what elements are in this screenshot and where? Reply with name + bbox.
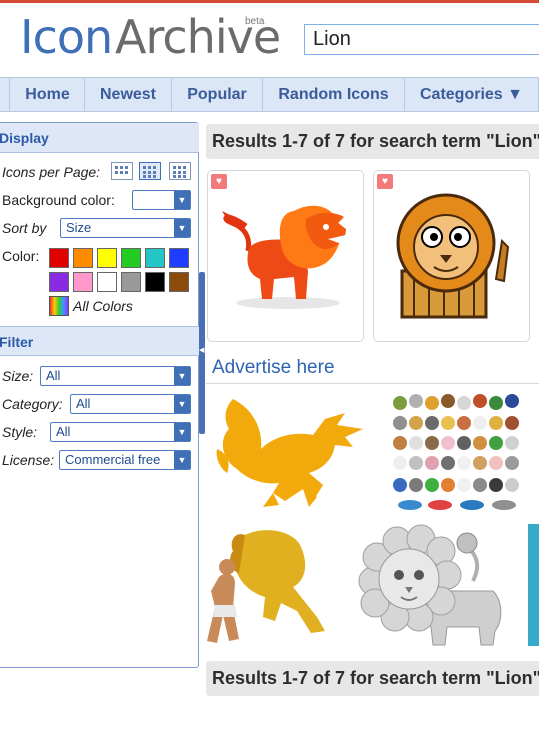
- icon-card-cartoon-lion[interactable]: ♥: [373, 170, 530, 342]
- chevron-down-icon: ▼: [174, 367, 190, 385]
- icons-per-page-label: Icons per Page:: [2, 164, 101, 180]
- sort-by-label: Sort by: [2, 220, 47, 236]
- all-colors-link[interactable]: All Colors: [73, 298, 133, 314]
- heart-icon[interactable]: ♥: [211, 174, 227, 189]
- sort-by-select[interactable]: Size ▼: [60, 218, 191, 238]
- color-swatch-red[interactable]: [49, 248, 69, 268]
- heart-icon[interactable]: ♥: [377, 174, 393, 189]
- chevron-down-icon: ▼: [174, 219, 190, 237]
- main-navbar: Home Newest Popular Random Icons Categor…: [0, 77, 539, 112]
- nav-newest[interactable]: Newest: [84, 78, 171, 111]
- collapse-arrow-icon: ◀: [199, 347, 205, 354]
- color-swatch-white[interactable]: [97, 272, 117, 292]
- license-filter-value: Commercial free: [65, 452, 161, 467]
- style-filter-label: Style:: [2, 424, 38, 440]
- display-panel-title: Display: [0, 123, 199, 153]
- color-swatch-cyan[interactable]: [145, 248, 165, 268]
- style-filter-value: All: [56, 424, 71, 439]
- category-filter-value: All: [76, 396, 91, 411]
- icon-card-red-lion[interactable]: ♥: [207, 170, 364, 342]
- grid-large-icon[interactable]: [169, 162, 191, 180]
- ad-image-gray-lion[interactable]: [353, 521, 519, 651]
- ad-divider: [206, 383, 539, 384]
- color-swatch-purple[interactable]: [49, 272, 69, 292]
- chevron-down-icon: ▼: [174, 191, 190, 209]
- size-filter-label: Size:: [2, 368, 34, 384]
- logo-text-icon: Icon: [20, 10, 113, 64]
- color-label: Color:: [2, 248, 40, 264]
- license-filter-select[interactable]: Commercial free ▼: [59, 450, 191, 470]
- nav-home[interactable]: Home: [9, 78, 85, 111]
- background-color-select[interactable]: ▼: [132, 190, 191, 210]
- ad-image-animal-icons[interactable]: [390, 389, 524, 513]
- color-swatch-pink[interactable]: [73, 272, 93, 292]
- all-colors-icon[interactable]: [49, 296, 69, 316]
- ad-image-dragon[interactable]: [213, 389, 377, 513]
- license-filter-label: License:: [2, 452, 55, 468]
- color-swatch-green[interactable]: [121, 248, 141, 268]
- sidebar: Display Icons per Page: Background color…: [0, 122, 199, 668]
- cartoon-lion-icon: [396, 193, 510, 319]
- color-swatch-yellow[interactable]: [97, 248, 117, 268]
- color-swatch-orange[interactable]: [73, 248, 93, 268]
- chevron-down-icon: ▼: [174, 423, 190, 441]
- category-filter-label: Category:: [2, 396, 63, 412]
- chevron-down-icon: ▼: [174, 395, 190, 413]
- category-filter-select[interactable]: All ▼: [70, 394, 191, 414]
- color-swatch-blue[interactable]: [169, 248, 189, 268]
- grid-small-icon[interactable]: [111, 162, 133, 180]
- ad-image-partial[interactable]: [528, 524, 539, 646]
- red-lion-icon: [222, 205, 346, 309]
- background-color-label: Background color:: [2, 192, 115, 208]
- search-input[interactable]: Lion: [304, 24, 539, 55]
- nav-popular[interactable]: Popular: [171, 78, 262, 111]
- chevron-down-icon: ▼: [174, 451, 190, 469]
- sort-by-value: Size: [66, 220, 92, 235]
- top-accent-bar: [0, 0, 539, 3]
- style-filter-select[interactable]: All ▼: [50, 422, 191, 442]
- results-header: Results 1-7 of 7 for search term "Lion": [206, 124, 539, 159]
- grid-medium-icon[interactable]: [139, 162, 161, 180]
- color-swatch-black[interactable]: [145, 272, 165, 292]
- size-filter-value: All: [46, 368, 61, 383]
- nav-categories[interactable]: Categories ▼: [404, 78, 539, 111]
- beta-label: beta: [245, 16, 265, 27]
- color-swatch-gray[interactable]: [121, 272, 141, 292]
- ad-image-hercules-lion[interactable]: [205, 521, 335, 651]
- filter-panel-title: Filter: [0, 326, 199, 356]
- advertise-link[interactable]: Advertise here: [212, 357, 335, 379]
- results-footer: Results 1-7 of 7 for search term "Lion": [206, 661, 539, 696]
- page: { "logo": { "icon": "Icon", "archive": "…: [0, 0, 539, 745]
- size-filter-select[interactable]: All ▼: [40, 366, 191, 386]
- color-swatch-brown[interactable]: [169, 272, 189, 292]
- nav-random-icons[interactable]: Random Icons: [262, 78, 404, 111]
- site-logo[interactable]: Icon Archive beta: [20, 10, 281, 64]
